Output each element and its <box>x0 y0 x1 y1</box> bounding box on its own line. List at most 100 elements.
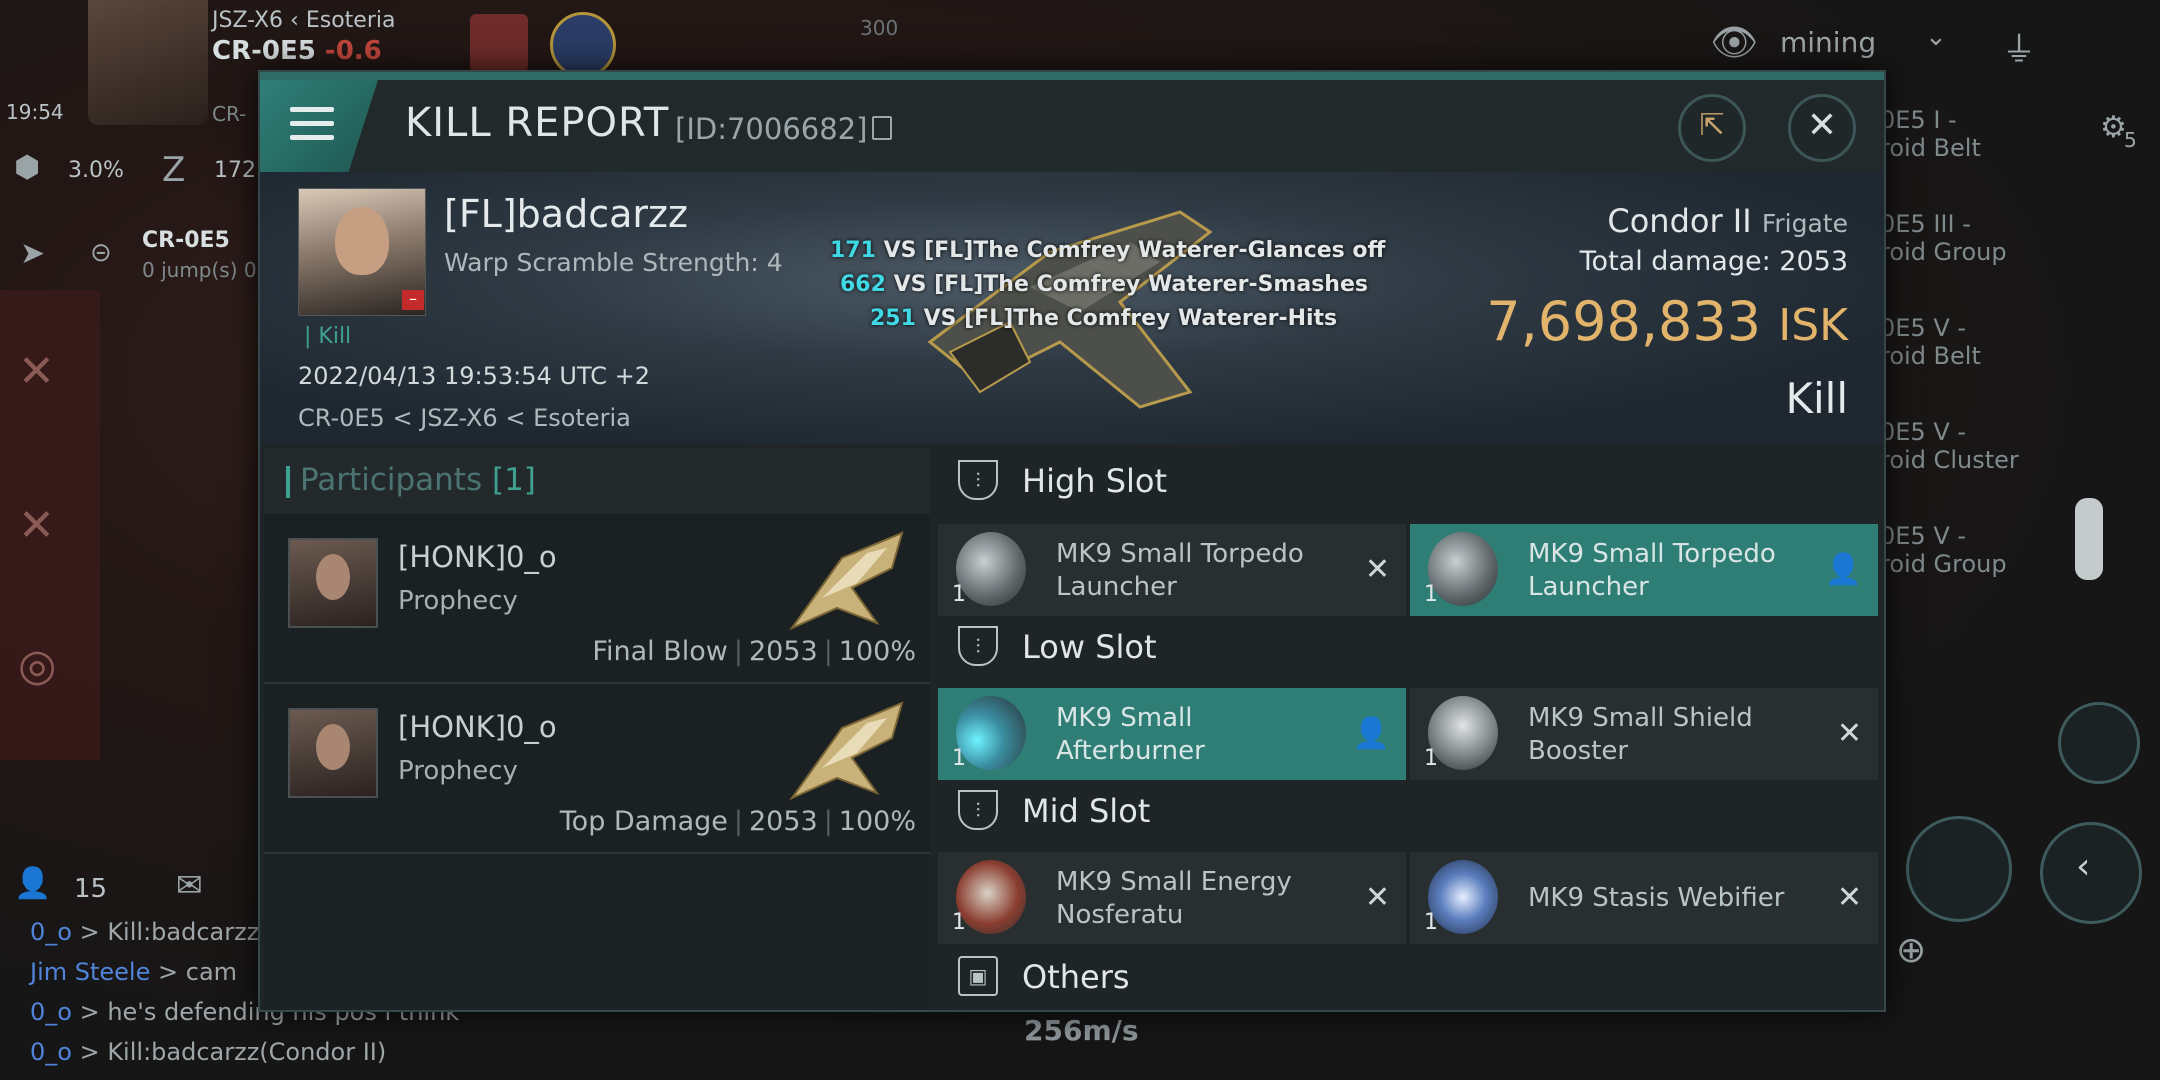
participants-header[interactable]: Participants [1] <box>264 448 930 514</box>
module-item[interactable]: 1 MK9 Small Shield Booster ✕ <box>1410 688 1878 780</box>
torpedo-launcher-icon <box>1428 532 1498 606</box>
chevron-down-icon[interactable]: ⌄ <box>1925 22 1947 52</box>
destroyed-icon: ✕ <box>1364 552 1390 587</box>
energy-nosferatu-icon <box>956 860 1026 934</box>
high-slot-icon: ⫶ <box>958 460 998 500</box>
participant-row[interactable]: [HONK]0_o Prophecy Top Damage | 2053 | 100% <box>264 684 930 854</box>
dialog-header: KILL REPORT [ID:7006682] ⇱ ✕ <box>260 80 1884 172</box>
victim-name[interactable]: [FL]badcarzz <box>444 192 688 236</box>
participant-ship: Prophecy <box>398 756 518 786</box>
module-item[interactable]: 1 MK9 Small Torpedo Launcher 👤 <box>1410 524 1878 616</box>
afterburner-icon <box>956 696 1026 770</box>
module-item[interactable]: 1 MK9 Stasis Webifier ✕ <box>1410 852 1878 944</box>
mail-icon[interactable]: ✉ <box>176 866 203 904</box>
warp-scramble-strength: Warp Scramble Strength: 4 <box>444 248 783 277</box>
total-damage: Total damage: 2053 <box>1579 246 1848 277</box>
autopilot-icon[interactable]: ➤ <box>20 236 45 271</box>
module-qty: 1 <box>952 910 966 935</box>
collapse-button[interactable] <box>2040 822 2142 924</box>
participant-avatar[interactable] <box>288 538 378 628</box>
share-button[interactable]: ⇱ <box>1678 94 1746 162</box>
participant-row[interactable]: [HONK]0_o Prophecy Final Blow | 2053 | 100% <box>264 514 930 684</box>
hit-line: 662 VS [FL]The Comfrey Waterer-Smashes <box>840 272 1368 297</box>
module-qty: 1 <box>1424 746 1438 771</box>
module-item[interactable]: 1 MK9 Small Afterburner 👤 <box>938 688 1406 780</box>
module-button[interactable] <box>1906 816 2012 922</box>
module-name: MK9 Stasis Webifier <box>1528 883 1785 913</box>
module-qty: 1 <box>952 582 966 607</box>
close-x-icon[interactable]: ✕ <box>18 346 55 397</box>
route-icon[interactable]: ⊝ <box>90 238 112 268</box>
alliance-emblem-icon[interactable] <box>550 12 616 78</box>
local-count: 15 <box>74 874 108 904</box>
close-x-icon[interactable]: ✕ <box>18 500 55 551</box>
nav-system[interactable]: CR-0E5 <box>142 228 230 253</box>
module-name: MK9 Small Torpedo Launcher <box>1528 539 1776 602</box>
module-qty: 1 <box>952 746 966 771</box>
hud-stat-pct: 3.0% <box>68 158 124 183</box>
dialog-title: KILL REPORT <box>405 100 670 146</box>
pilot-portrait[interactable] <box>88 0 208 125</box>
overview-item[interactable]: 0E5 V - roid Group <box>1880 522 2007 578</box>
participants-panel: Participants [1] [HONK]0_o Prophecy Fina… <box>264 448 930 1010</box>
fitting-panel: ⫶ High Slot 1 MK9 Small Torpedo Launcher… <box>938 448 1884 1010</box>
others-header: ▣ Others <box>938 944 1884 1010</box>
module-qty: 1 <box>1424 582 1438 607</box>
overview-scrollbar[interactable] <box>2075 498 2103 580</box>
hud-distance-mark: 300 <box>860 16 899 40</box>
mid-slot-header: ⫶ Mid Slot <box>938 778 1884 844</box>
target-icon[interactable]: ◎ <box>18 640 56 691</box>
module-name: MK9 Small Afterburner <box>1056 703 1205 766</box>
module-name: MK9 Small Shield Booster <box>1528 703 1753 766</box>
corp-emblem-icon[interactable] <box>470 14 528 72</box>
kill-report-dialog: KILL REPORT [ID:7006682] ⇱ ✕ – [FL]badca… <box>258 70 1886 1012</box>
close-icon: ✕ <box>1806 105 1838 146</box>
copy-icon[interactable] <box>872 116 892 140</box>
module-item[interactable]: 1 MK9 Small Energy Nosferatu ✕ <box>938 852 1406 944</box>
cube-icon: ▣ <box>958 956 998 996</box>
overview-item[interactable]: 0E5 V - roid Cluster <box>1880 418 2019 474</box>
mid-slot-icon: ⫶ <box>958 790 998 830</box>
participant-avatar[interactable] <box>288 708 378 798</box>
dropped-icon: 👤 <box>1824 552 1862 587</box>
module-name: MK9 Small Torpedo Launcher <box>1056 539 1304 602</box>
cargo-icon[interactable]: ⬢ <box>14 150 40 185</box>
hud-cr-partial: CR- <box>212 102 247 126</box>
participants-count: [1] <box>491 462 536 498</box>
z-icon: Z <box>162 150 186 190</box>
eye-icon[interactable]: 👁 <box>1710 20 1758 65</box>
participant-ship-image <box>789 701 904 801</box>
swap-button[interactable] <box>2058 702 2140 784</box>
kill-location: CR-0E5 < JSZ-X6 < Esoteria <box>298 404 631 432</box>
chat-line: Jim Steele > cam <box>30 958 238 986</box>
hud-system-name[interactable]: CR-0E5 -0.6 <box>212 36 382 66</box>
destroyed-icon: ✕ <box>1364 880 1390 915</box>
hit-line: 251 VS [FL]The Comfrey Waterer-Hits <box>870 306 1338 331</box>
participant-ship-image <box>789 531 904 631</box>
speed-readout: 256m/s <box>1024 1014 1139 1047</box>
local-pilots-icon[interactable]: 👤 <box>14 866 51 901</box>
overview-filter-label[interactable]: mining <box>1780 26 1876 59</box>
victim-ship-name: Condor II Frigate <box>1607 202 1848 240</box>
low-slot-header: ⫶ Low Slot <box>938 614 1884 680</box>
high-slot-label: High Slot <box>1022 462 1168 500</box>
crosshair-icon[interactable]: ⊕ <box>1896 930 1926 971</box>
kill-tag: | Kill <box>304 324 352 349</box>
chevron-left-icon[interactable]: ‹ <box>2076 846 2090 887</box>
overview-item[interactable]: 0E5 III - roid Group <box>1880 210 2007 266</box>
overview-badge: 5 <box>2124 128 2137 152</box>
module-item[interactable]: 1 MK9 Small Torpedo Launcher ✕ <box>938 524 1406 616</box>
module-name: MK9 Small Energy Nosferatu <box>1056 867 1292 930</box>
chat-line: 0_o > Kill:badcarzz(Condor II) <box>30 1038 387 1066</box>
close-button[interactable]: ✕ <box>1788 94 1856 162</box>
overview-item[interactable]: 0E5 I - roid Belt <box>1880 106 1981 162</box>
dropped-icon: 👤 <box>1352 716 1390 751</box>
filter-icon[interactable]: ⏚ <box>2002 22 2036 71</box>
overview-item[interactable]: 0E5 V - roid Belt <box>1880 314 1981 370</box>
others-label: Others <box>1022 958 1130 996</box>
participant-name: [HONK]0_o <box>398 710 557 744</box>
menu-button[interactable] <box>260 80 378 172</box>
high-slot-header: ⫶ High Slot <box>938 448 1884 514</box>
participant-stats: Final Blow | 2053 | 100% <box>592 636 916 667</box>
overview-settings-icon[interactable]: ⚙ <box>2100 110 2127 145</box>
